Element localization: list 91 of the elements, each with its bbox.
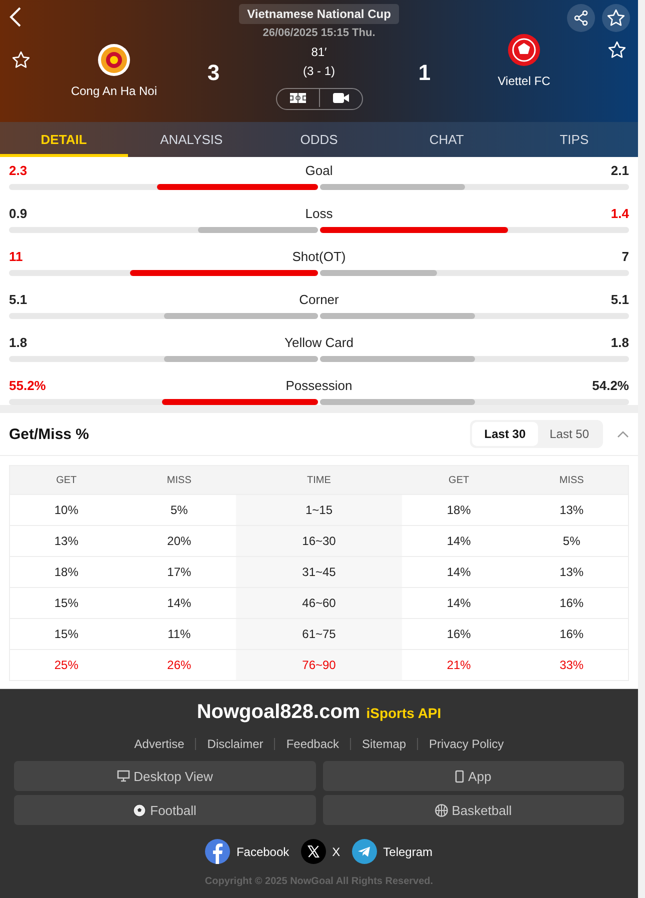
table-cell: 16%	[402, 618, 516, 649]
stat-label: Loss	[305, 206, 333, 221]
footer-link[interactable]: Sitemap	[350, 738, 418, 750]
footer-link[interactable]: Feedback	[274, 738, 350, 750]
footer-button[interactable]: Football	[14, 795, 316, 825]
star-icon[interactable]	[11, 50, 31, 70]
footer-link[interactable]: Privacy Policy	[417, 738, 515, 750]
range-option[interactable]: Last 50	[538, 422, 601, 446]
competition-title: Vietnamese National Cup	[239, 4, 399, 24]
table-cell: 14%	[402, 556, 516, 587]
table-cell: 13%	[515, 494, 628, 525]
table-cell: 18%	[10, 556, 123, 587]
stat-value: 1.8	[610, 335, 629, 350]
footer-button[interactable]: App	[322, 761, 624, 791]
stat-label: Possession	[286, 378, 352, 393]
footer-button[interactable]: Desktop View	[14, 761, 316, 791]
facebook-icon[interactable]	[205, 839, 230, 864]
match-datetime: 26/06/2025 15:15 Thu.	[262, 27, 376, 39]
x-icon[interactable]	[301, 839, 326, 864]
table-cell: 16~30	[236, 525, 402, 556]
stat-label: Shot(OT)	[292, 249, 346, 264]
stat-value: 54.2%	[591, 378, 629, 393]
table-cell: 14%	[402, 525, 516, 556]
phone-icon	[455, 770, 464, 782]
table-cell: 33%	[515, 649, 628, 680]
tab[interactable]: DETAIL	[0, 122, 128, 157]
table-cell: 13%	[10, 525, 123, 556]
stat-value: 2.3	[9, 163, 28, 178]
team-logo	[98, 44, 130, 76]
team-name: Cong An Ha Noi	[70, 84, 158, 98]
column-header: TIME	[236, 466, 402, 494]
football-icon	[133, 804, 146, 816]
tab[interactable]: TIPS	[510, 122, 638, 157]
share-icon[interactable]	[567, 4, 595, 32]
stat-value: 55.2%	[9, 378, 47, 393]
halftime-score: (3 - 1)	[302, 64, 335, 78]
footer-link[interactable]: Disclaimer	[195, 738, 274, 750]
partner-link[interactable]: iSports API	[366, 705, 442, 721]
column-header: GET	[10, 466, 123, 494]
column-header: MISS	[515, 466, 628, 494]
home-score: 3	[206, 59, 221, 87]
table-cell: 15%	[10, 587, 123, 618]
social-link[interactable]: X	[332, 844, 340, 858]
stat-value: 11	[9, 249, 24, 264]
table-cell: 18%	[402, 494, 516, 525]
stat-label: Goal	[305, 163, 333, 178]
social-link[interactable]: Telegram	[383, 844, 433, 858]
table-cell: 15%	[10, 618, 123, 649]
social-link[interactable]: Facebook	[236, 844, 290, 858]
column-header: MISS	[122, 466, 236, 494]
star-icon[interactable]	[607, 40, 627, 60]
table-cell: 10%	[10, 494, 123, 525]
stat-value: 2.1	[610, 163, 629, 178]
stat-value: 7	[620, 249, 629, 264]
stat-value: 5.1	[610, 292, 629, 307]
table-cell: 16%	[515, 587, 628, 618]
tab[interactable]: ANALYSIS	[128, 122, 256, 157]
table-cell: 31~45	[236, 556, 402, 587]
match-minute: 81′	[311, 45, 327, 59]
stat-label: Corner	[299, 292, 339, 307]
telegram-icon[interactable]	[352, 839, 378, 864]
table-cell: 14%	[402, 587, 516, 618]
away-score: 1	[417, 59, 432, 87]
footer-link[interactable]: Advertise	[123, 738, 196, 750]
table-cell: 76~90	[236, 649, 402, 680]
tab[interactable]: ODDS	[255, 122, 383, 157]
table-cell: 1~15	[236, 494, 402, 525]
column-header: GET	[402, 466, 516, 494]
site-name: Nowgoal828.com	[196, 701, 360, 724]
tab[interactable]: CHAT	[382, 122, 510, 157]
stat-value: 1.8	[9, 335, 28, 350]
table-cell: 13%	[515, 556, 628, 587]
team-logo	[508, 34, 540, 66]
stat-value: 0.9	[9, 206, 28, 221]
monitor-icon	[116, 770, 130, 782]
team-name: Viettel FC	[498, 74, 550, 88]
section-title: Get/Miss %	[9, 426, 90, 442]
stat-value: 5.1	[9, 292, 28, 307]
table-cell: 5%	[515, 525, 628, 556]
table-cell: 61~75	[236, 618, 402, 649]
star-icon[interactable]	[606, 8, 626, 28]
range-option[interactable]: Last 30	[472, 422, 538, 446]
stat-label: Yellow Card	[284, 335, 354, 350]
collapse-icon[interactable]	[617, 430, 629, 438]
footer-button[interactable]: Basketball	[322, 795, 624, 825]
table-cell: 46~60	[236, 587, 402, 618]
basketball-icon	[434, 804, 448, 816]
table-cell: 21%	[402, 649, 516, 680]
table-cell: 16%	[515, 618, 628, 649]
table-cell: 25%	[10, 649, 123, 680]
stat-value: 1.4	[610, 206, 629, 221]
